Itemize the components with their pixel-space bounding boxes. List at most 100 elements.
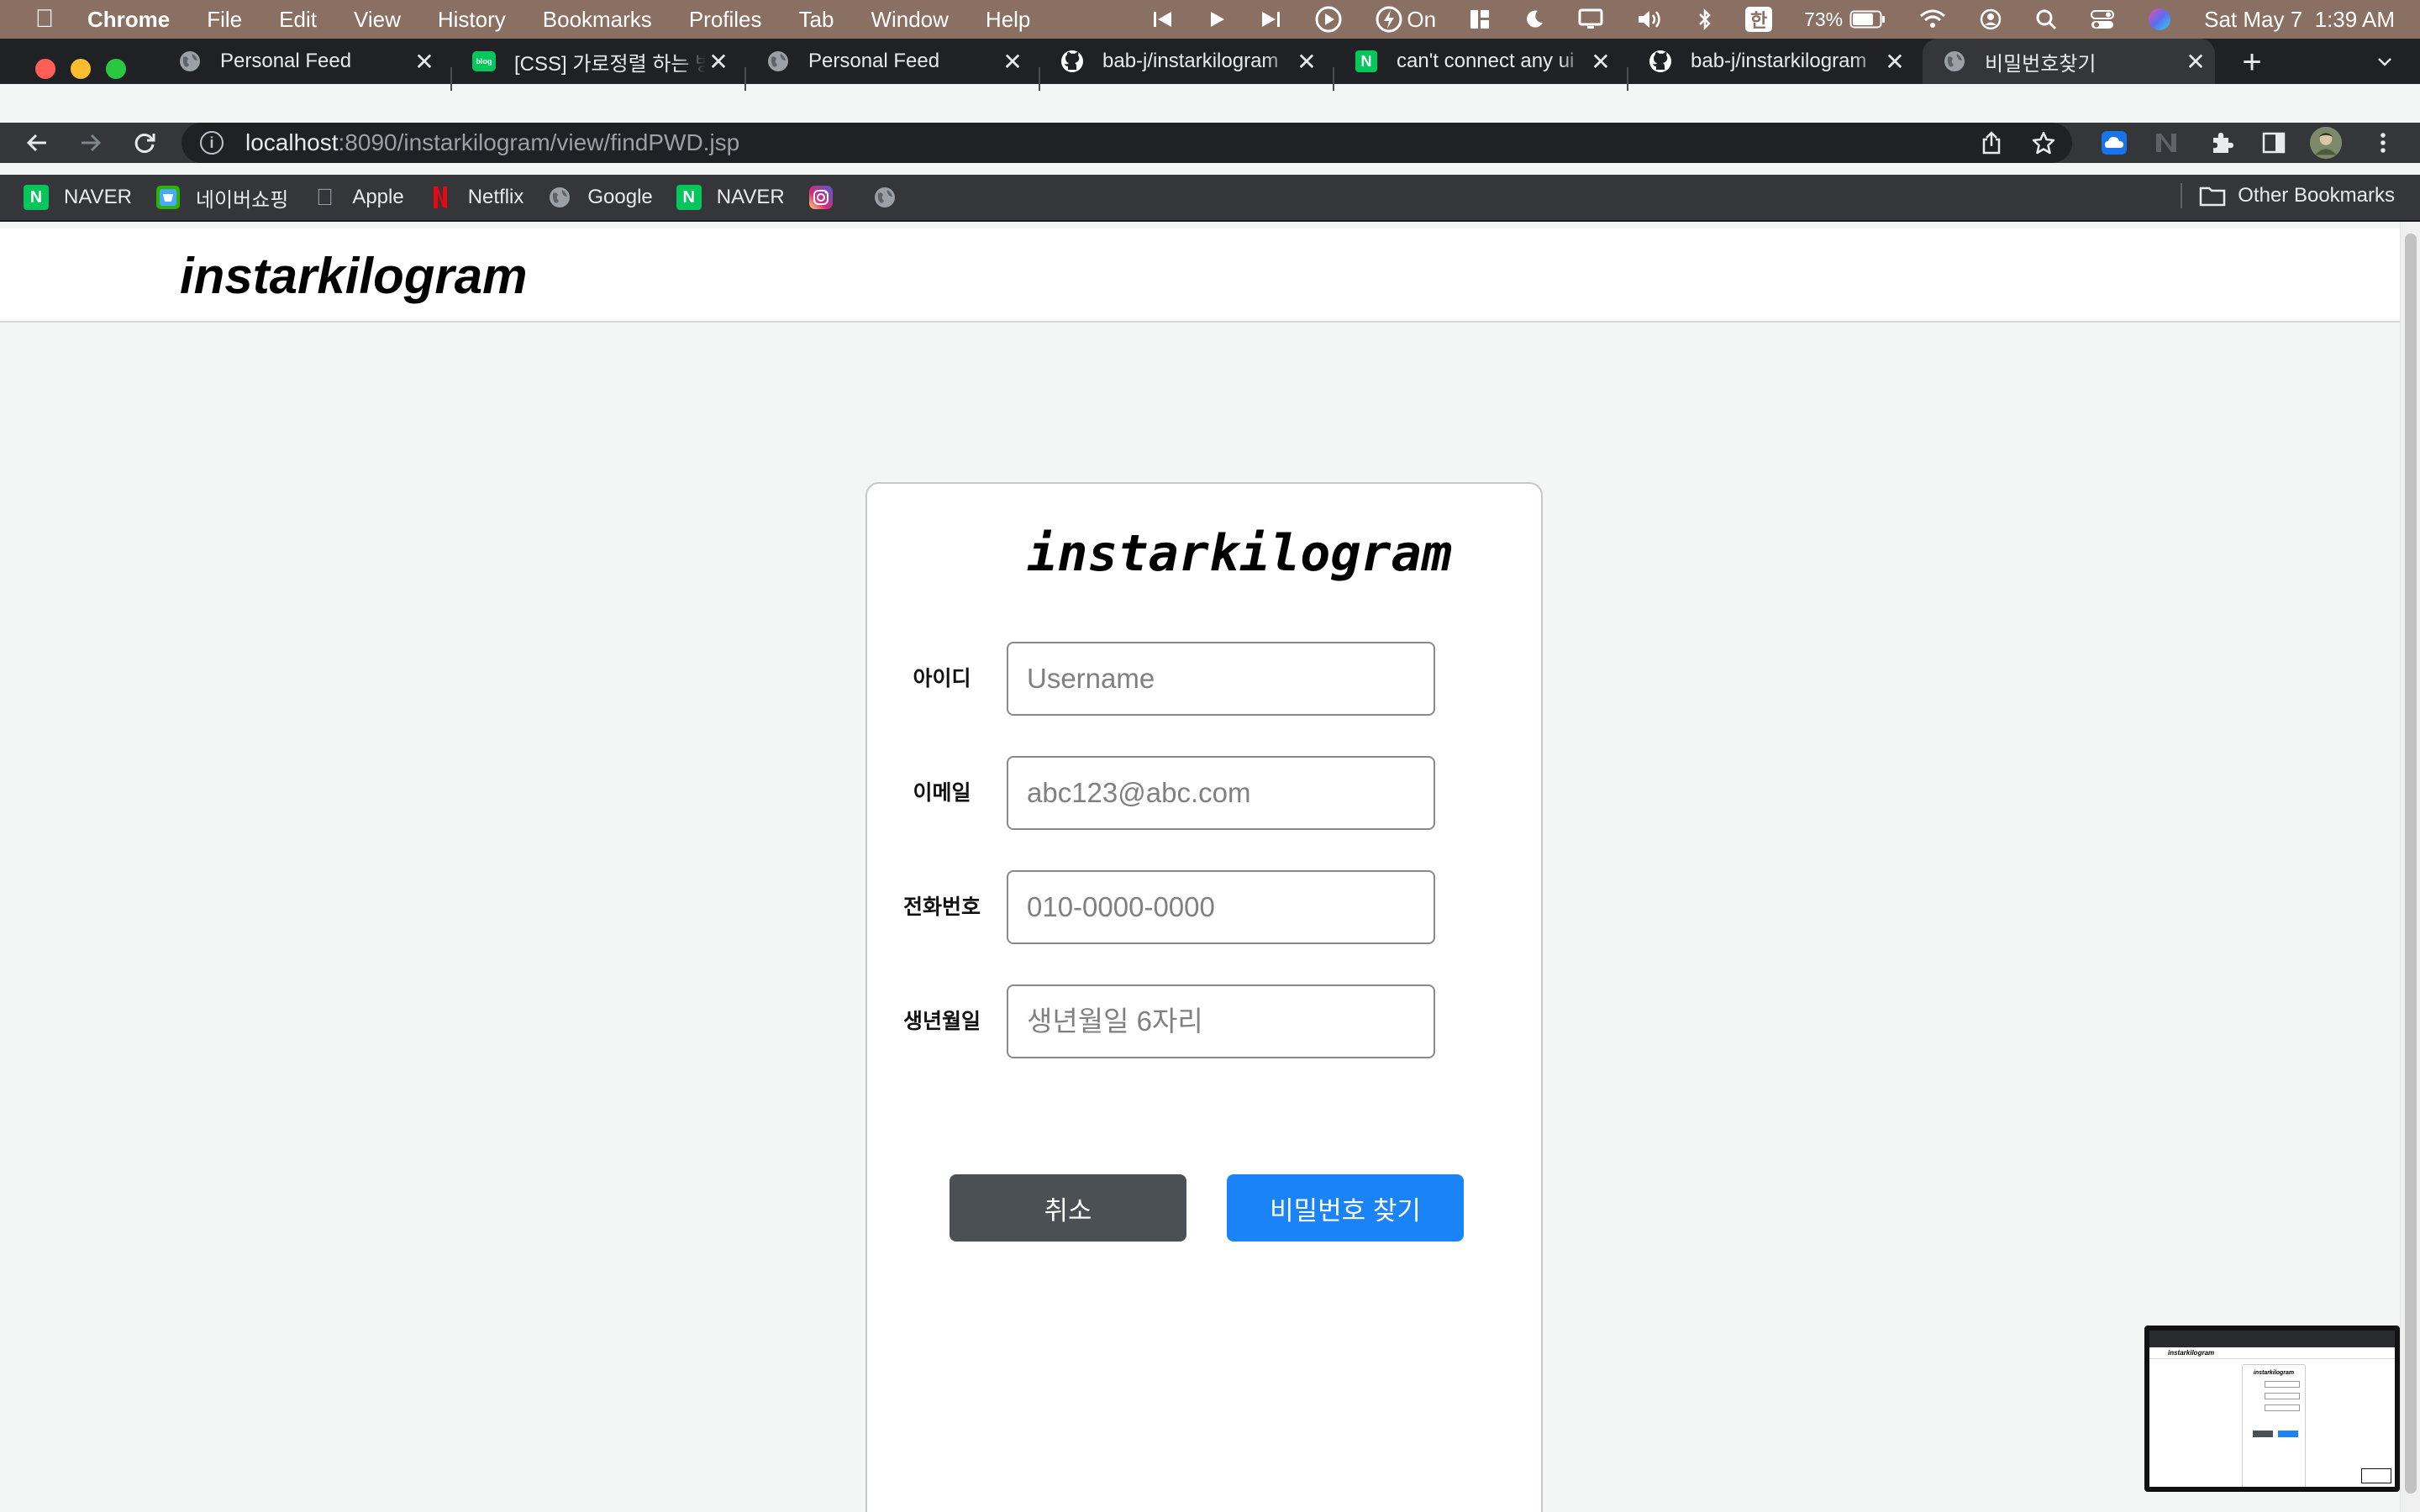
siri-icon[interactable]: [2147, 7, 2172, 32]
phone-input[interactable]: [1007, 870, 1435, 944]
browser-tab[interactable]: blog [CSS] 가로정렬 하는 방법 ✕: [452, 39, 738, 84]
extensions-puzzle-icon[interactable]: [2205, 126, 2238, 160]
naver-shopping-icon: [155, 185, 181, 210]
volume-icon[interactable]: [1636, 8, 1665, 31]
bookmark-label: Netflix: [467, 186, 524, 208]
focus-bolt-icon[interactable]: On: [1375, 5, 1436, 34]
menu-tab[interactable]: Tab: [799, 7, 834, 33]
username-label: 아이디: [913, 667, 971, 690]
bookmark-netflix[interactable]: Netflix: [428, 185, 524, 210]
site-header: instarkilogram: [0, 228, 2400, 323]
bookmark-star-icon[interactable]: [2030, 129, 2057, 156]
site-logo[interactable]: instarkilogram: [180, 247, 527, 305]
thumbnail-field: [2265, 1393, 2300, 1399]
new-tab-plus-icon[interactable]: +: [2235, 45, 2269, 81]
media-play-icon[interactable]: [1207, 9, 1227, 29]
menu-bar-clock[interactable]: Sat May 7 1:39 AM: [2204, 7, 2395, 33]
globe-icon: [1943, 50, 1966, 73]
input-source-icon[interactable]: 한: [1745, 7, 1773, 32]
browser-tab[interactable]: N can't connect any ui ✕: [1334, 39, 1620, 84]
play-circle-icon[interactable]: [1314, 5, 1343, 34]
bookmark-naver[interactable]: N NAVER: [24, 185, 132, 210]
side-panel-icon[interactable]: [2257, 126, 2291, 160]
bookmark-naver-shopping[interactable]: 네이버쇼핑: [155, 183, 288, 213]
folder-icon: [2199, 185, 2226, 207]
tab-title: can't connect any ui: [1397, 50, 1575, 72]
thumbnail-card: instarkilogram: [2242, 1364, 2306, 1487]
macos-menu-bar:  Chrome File Edit View History Bookmark…: [0, 0, 2420, 39]
media-next-icon[interactable]: [1259, 9, 1282, 29]
browser-tab[interactable]: Personal Feed ✕: [746, 39, 1032, 84]
page-scrollbar[interactable]: [2400, 222, 2420, 1512]
back-arrow-icon[interactable]: [18, 123, 55, 163]
find-password-button[interactable]: 비밀번호 찾기: [1227, 1174, 1464, 1242]
scrollbar-thumb[interactable]: [2405, 234, 2417, 1494]
cancel-button[interactable]: 취소: [950, 1174, 1186, 1242]
tab-close-icon[interactable]: ✕: [2183, 48, 2208, 76]
browser-tab[interactable]: bab-j/instarkilogram ✕: [1628, 39, 1914, 84]
browser-tab[interactable]: Personal Feed ✕: [158, 39, 444, 84]
menu-history[interactable]: History: [438, 7, 506, 33]
menu-profiles[interactable]: Profiles: [689, 7, 762, 33]
bluetooth-icon[interactable]: [1697, 8, 1713, 31]
control-center-icon[interactable]: [2090, 8, 2115, 31]
bookmark-apple[interactable]:  Apple: [312, 184, 404, 210]
menu-help[interactable]: Help: [986, 7, 1030, 33]
apple-menu-icon[interactable]: : [32, 5, 57, 34]
thumbnail-header-logo: instarkilogram: [2149, 1347, 2395, 1359]
notion-extension-icon[interactable]: [2149, 126, 2183, 160]
tab-close-icon[interactable]: ✕: [1294, 48, 1319, 76]
email-input[interactable]: [1007, 756, 1435, 830]
bookmark-globe[interactable]: [872, 185, 913, 210]
display-icon[interactable]: [1577, 8, 1604, 31]
screenshot-thumbnail-preview[interactable]: instarkilogram instarkilogram: [2144, 1326, 2400, 1492]
menu-view[interactable]: View: [354, 7, 401, 33]
other-bookmarks[interactable]: Other Bookmarks: [2181, 183, 2395, 208]
bookmark-instagram[interactable]: [808, 185, 849, 210]
browser-tab[interactable]: bab-j/instarkilogram ✕: [1040, 39, 1326, 84]
card-logo: instarkilogram: [1027, 524, 1452, 583]
share-icon[interactable]: [1978, 129, 2005, 156]
find-password-card: instarkilogram 아이디 이메일 전화번호 생년월일 취소 비밀번호…: [865, 482, 1543, 1512]
wifi-icon[interactable]: [1918, 8, 1947, 31]
window-close-button[interactable]: [35, 59, 55, 79]
thumbnail-cancel-button: [2253, 1431, 2273, 1437]
dark-mode-moon-icon[interactable]: [1523, 8, 1545, 30]
menu-edit[interactable]: Edit: [279, 7, 317, 33]
other-bookmarks-label: Other Bookmarks: [2238, 184, 2395, 207]
menu-bookmarks[interactable]: Bookmarks: [543, 7, 652, 33]
tab-search-chevron-icon[interactable]: [2370, 50, 2400, 81]
tab-close-icon[interactable]: ✕: [412, 48, 437, 76]
tab-close-icon[interactable]: ✕: [706, 48, 731, 76]
tab-close-icon[interactable]: ✕: [1588, 48, 1613, 76]
naver-blog-icon: blog: [472, 50, 496, 73]
media-previous-icon[interactable]: [1151, 9, 1175, 29]
thumbnail-submit-button: [2278, 1431, 2298, 1437]
chrome-menu-icon[interactable]: [2366, 126, 2400, 160]
bookmark-google[interactable]: Google: [547, 185, 653, 210]
address-bar[interactable]: i localhost:8090/instarkilogram/view/fin…: [182, 123, 2072, 163]
tab-title: Personal Feed: [808, 50, 940, 72]
layout-grid-icon[interactable]: [1468, 8, 1491, 31]
bookmark-naver-2[interactable]: N NAVER: [676, 185, 785, 210]
cloud-extension-icon[interactable]: [2097, 126, 2131, 160]
menu-app-name[interactable]: Chrome: [87, 7, 170, 33]
reload-icon[interactable]: [126, 123, 163, 163]
window-minimize-button[interactable]: [71, 59, 91, 79]
profile-avatar[interactable]: [2309, 126, 2343, 160]
tab-close-icon[interactable]: ✕: [1882, 48, 1907, 76]
menu-window[interactable]: Window: [871, 7, 948, 33]
tab-close-icon[interactable]: ✕: [1000, 48, 1025, 76]
username-row: 아이디: [867, 642, 1544, 716]
browser-tab-active[interactable]: 비밀번호찾기 ✕: [1923, 39, 2215, 84]
forward-arrow-icon[interactable]: [72, 123, 109, 163]
thumbnail-card-logo: instarkilogram: [2253, 1370, 2295, 1376]
window-zoom-button[interactable]: [106, 59, 126, 79]
menu-file[interactable]: File: [207, 7, 242, 33]
site-info-icon[interactable]: i: [200, 131, 224, 155]
birthdate-input[interactable]: [1007, 984, 1435, 1058]
battery-status[interactable]: 73%: [1804, 8, 1886, 31]
user-account-icon[interactable]: [1979, 8, 2002, 31]
username-input[interactable]: [1007, 642, 1435, 716]
spotlight-search-icon[interactable]: [2034, 8, 2058, 31]
